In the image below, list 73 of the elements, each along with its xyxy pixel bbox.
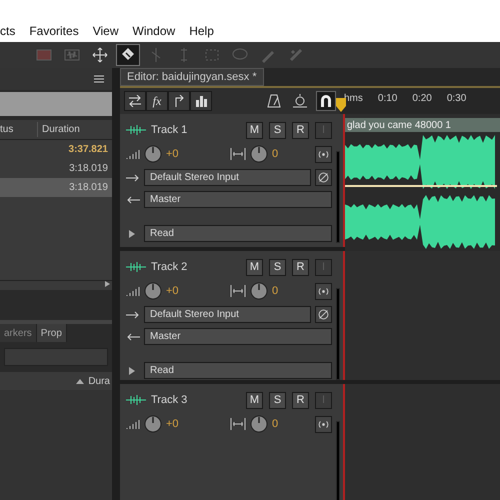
waveform-icon bbox=[126, 262, 146, 272]
menu-item[interactable]: View bbox=[92, 22, 118, 40]
editor-tab[interactable]: Editor: baidujingyan.sesx * bbox=[120, 68, 264, 86]
track-name: Track 3 bbox=[151, 392, 188, 408]
input-arrow-icon bbox=[126, 174, 140, 182]
sort-arrow-icon[interactable] bbox=[76, 378, 84, 384]
track-name: Track 2 bbox=[151, 260, 188, 275]
track-button[interactable]: M bbox=[246, 258, 263, 276]
file-row[interactable]: 3:18.019 bbox=[0, 178, 112, 197]
column-header: Dura bbox=[88, 374, 110, 388]
pan-icon bbox=[230, 418, 246, 430]
pan-value: 0 bbox=[272, 416, 278, 432]
panel-tab[interactable]: Prop bbox=[36, 324, 67, 342]
track-button[interactable]: S bbox=[269, 122, 286, 138]
monitor-icon[interactable] bbox=[315, 146, 332, 162]
column-header: tus bbox=[0, 122, 38, 137]
panel-menu-icon[interactable] bbox=[94, 75, 104, 83]
scroll-arrow-icon[interactable] bbox=[105, 281, 110, 287]
output-arrow-icon bbox=[126, 196, 140, 204]
route-icon[interactable] bbox=[168, 91, 190, 111]
track-button[interactable]: R bbox=[292, 122, 309, 138]
pan-knob[interactable] bbox=[250, 415, 268, 433]
volume-icon bbox=[126, 149, 140, 159]
input-dropdown[interactable]: Default Stereo Input bbox=[144, 169, 311, 186]
pan-knob[interactable] bbox=[250, 145, 268, 163]
output-arrow-icon bbox=[126, 332, 140, 340]
menu-item[interactable]: Help bbox=[189, 22, 214, 40]
volume-icon bbox=[126, 419, 140, 429]
clip-title: glad you came 48000 1 bbox=[345, 118, 500, 132]
track-button[interactable]: S bbox=[269, 392, 286, 408]
column-header: Duration bbox=[41, 123, 80, 137]
volume-knob[interactable] bbox=[144, 282, 162, 300]
menu-item[interactable]: cts bbox=[0, 22, 16, 40]
volume-knob[interactable] bbox=[144, 145, 162, 163]
track-button[interactable]: R bbox=[292, 258, 309, 276]
track-button[interactable]: S bbox=[269, 258, 286, 276]
eq-icon[interactable] bbox=[190, 91, 212, 111]
pan-value: 0 bbox=[272, 146, 278, 162]
waveform-icon bbox=[126, 125, 146, 135]
input-dropdown[interactable]: Default Stereo Input bbox=[144, 306, 311, 323]
ruler-label: 0:10 bbox=[378, 92, 398, 106]
track-name: Track 1 bbox=[151, 122, 188, 138]
track-button[interactable]: M bbox=[246, 392, 263, 408]
waveform-icon bbox=[126, 395, 146, 405]
phase-icon[interactable] bbox=[315, 306, 332, 323]
pan-icon bbox=[230, 285, 246, 297]
magnet-icon[interactable] bbox=[316, 91, 336, 111]
monitor-icon[interactable] bbox=[315, 416, 332, 432]
swap-icon[interactable] bbox=[124, 91, 146, 111]
effects-tab[interactable]: fx bbox=[146, 91, 168, 111]
volume-value: +0 bbox=[166, 284, 180, 299]
automation-dropdown[interactable]: Read bbox=[144, 362, 332, 379]
ruler-label: 0:30 bbox=[446, 92, 466, 106]
ruler-label: 0:20 bbox=[412, 92, 432, 106]
monitor-icon[interactable] bbox=[315, 282, 332, 300]
volume-value: +0 bbox=[166, 416, 180, 432]
menu-item[interactable]: Window bbox=[132, 22, 176, 40]
input-arrow-icon bbox=[126, 310, 140, 318]
track-button[interactable]: M bbox=[246, 122, 263, 138]
track-button[interactable]: R bbox=[292, 392, 309, 408]
volume-value: +0 bbox=[166, 146, 180, 162]
automation-dropdown[interactable]: Read bbox=[144, 225, 332, 242]
panel-tab[interactable]: arkers bbox=[0, 324, 37, 342]
pan-value: 0 bbox=[272, 284, 278, 299]
pan-knob[interactable] bbox=[250, 282, 268, 300]
pan-icon bbox=[230, 148, 246, 160]
tag-icon[interactable] bbox=[116, 44, 140, 66]
output-dropdown[interactable]: Master bbox=[144, 191, 332, 208]
menu-item[interactable]: Favorites bbox=[29, 22, 79, 40]
volume-knob[interactable] bbox=[144, 415, 162, 433]
output-dropdown[interactable]: Master bbox=[144, 328, 332, 345]
phase-icon[interactable] bbox=[315, 169, 332, 186]
volume-icon bbox=[126, 286, 140, 296]
